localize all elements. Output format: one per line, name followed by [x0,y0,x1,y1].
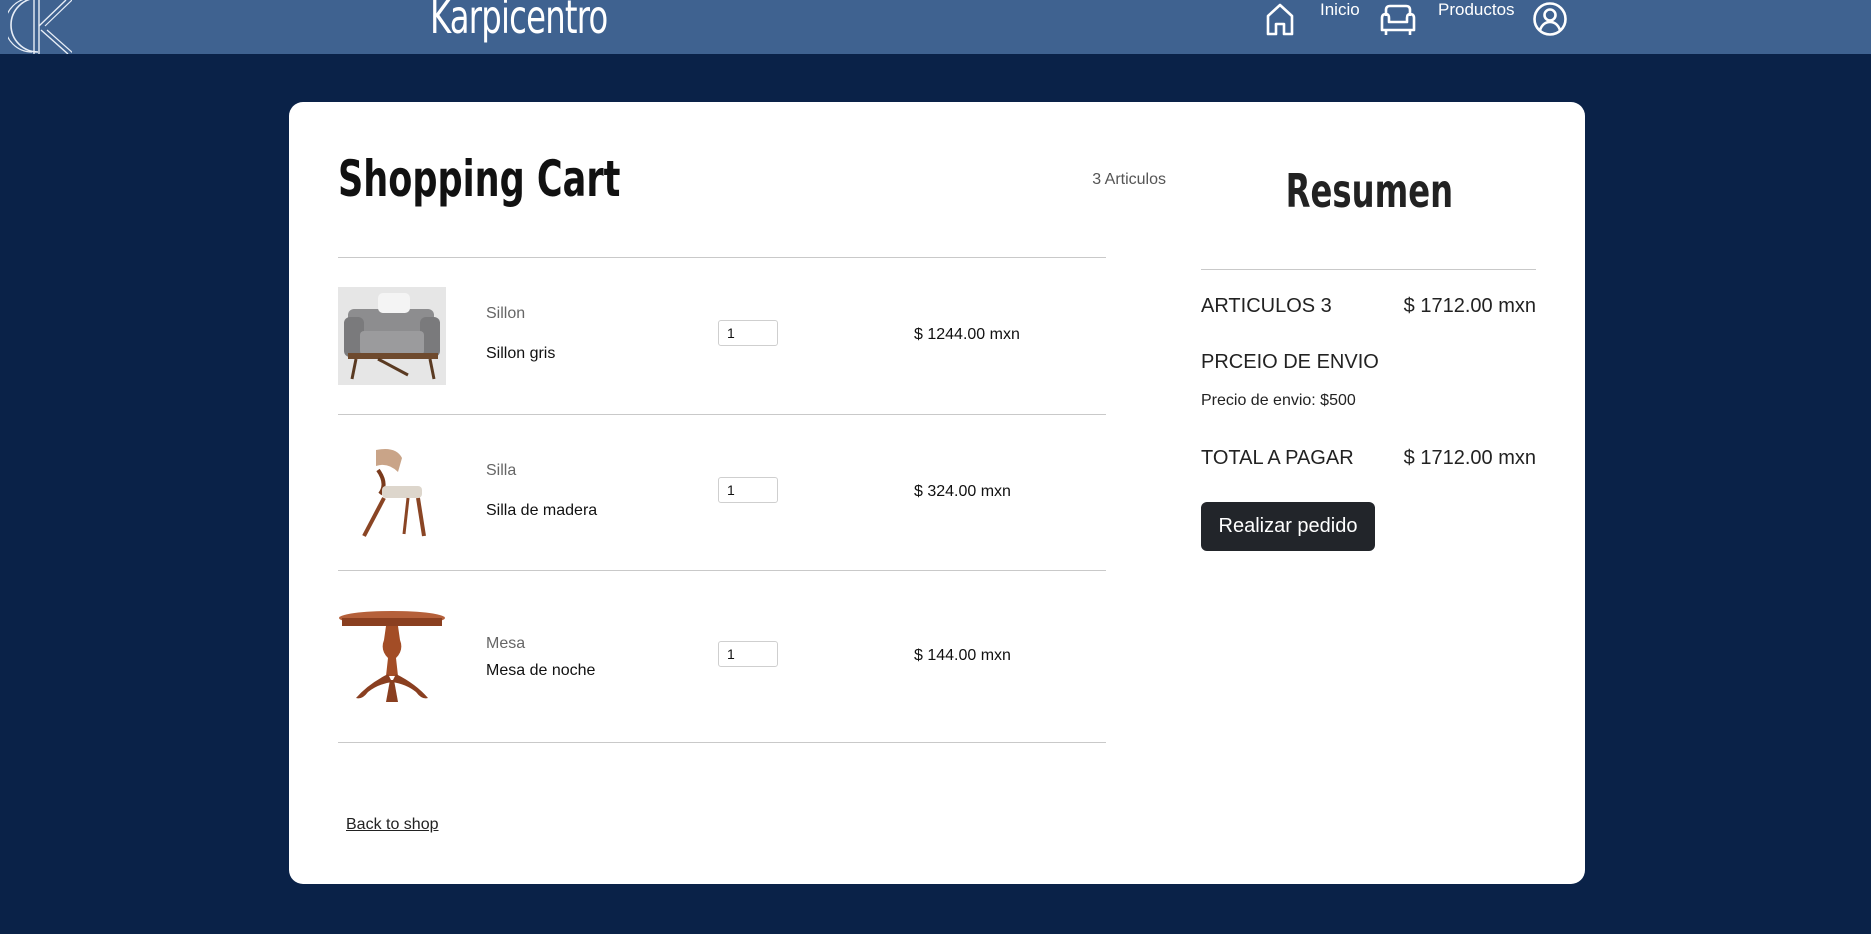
chair-image [338,444,446,542]
brand-name[interactable]: Karpicentro [430,0,608,44]
item-price: $ 1244.00 mxn [914,326,1020,343]
articles-label: ARTICULOS 3 [1201,295,1332,317]
quantity-input[interactable] [718,320,778,346]
back-to-shop-link[interactable]: Back to shop [346,816,439,834]
item-name: Sillon gris [486,345,556,362]
home-icon[interactable] [1264,2,1296,36]
item-name: Silla de madera [486,502,598,519]
item-price: $ 324.00 mxn [914,483,1011,500]
item-category: Sillon [486,305,526,322]
summary-divider [1201,269,1536,270]
cart-item-count: 3 Articulos [1092,171,1166,188]
quantity-input[interactable] [718,477,778,503]
place-order-button[interactable]: Realizar pedido [1201,502,1375,551]
item-name: Mesa de noche [486,662,596,679]
sofa-icon[interactable] [1378,2,1418,36]
item-category: Mesa [486,635,526,652]
item-category: Silla [486,462,517,479]
item-price: $ 144.00 mxn [914,647,1011,664]
total-value: $ 1712.00 mxn [1403,447,1536,469]
divider [338,570,1106,571]
cart-card: Shopping Cart 3 Articulos Sillon Sillon … [289,102,1585,884]
armchair-image [338,287,446,385]
table-image [338,610,446,708]
navbar: Karpicentro Inicio Productos [0,0,1871,54]
cart-title: Shopping Cart [338,150,621,208]
quantity-input[interactable] [718,641,778,667]
divider [338,257,1106,258]
nav-link-productos[interactable]: Productos [1438,0,1515,20]
articles-value: $ 1712.00 mxn [1403,295,1536,317]
nav-link-inicio[interactable]: Inicio [1320,0,1360,20]
shipping-note: Precio de envio: $500 [1201,392,1356,409]
summary-title: Resumen [1202,164,1537,218]
summary-title-text: Resumen [1285,164,1454,218]
user-circle-icon[interactable] [1532,1,1568,37]
karpicentro-logo[interactable] [8,0,72,54]
total-label: TOTAL A PAGAR [1201,447,1354,469]
shipping-label: PRCEIO DE ENVIO [1201,351,1379,373]
divider [338,742,1106,743]
divider [338,414,1106,415]
